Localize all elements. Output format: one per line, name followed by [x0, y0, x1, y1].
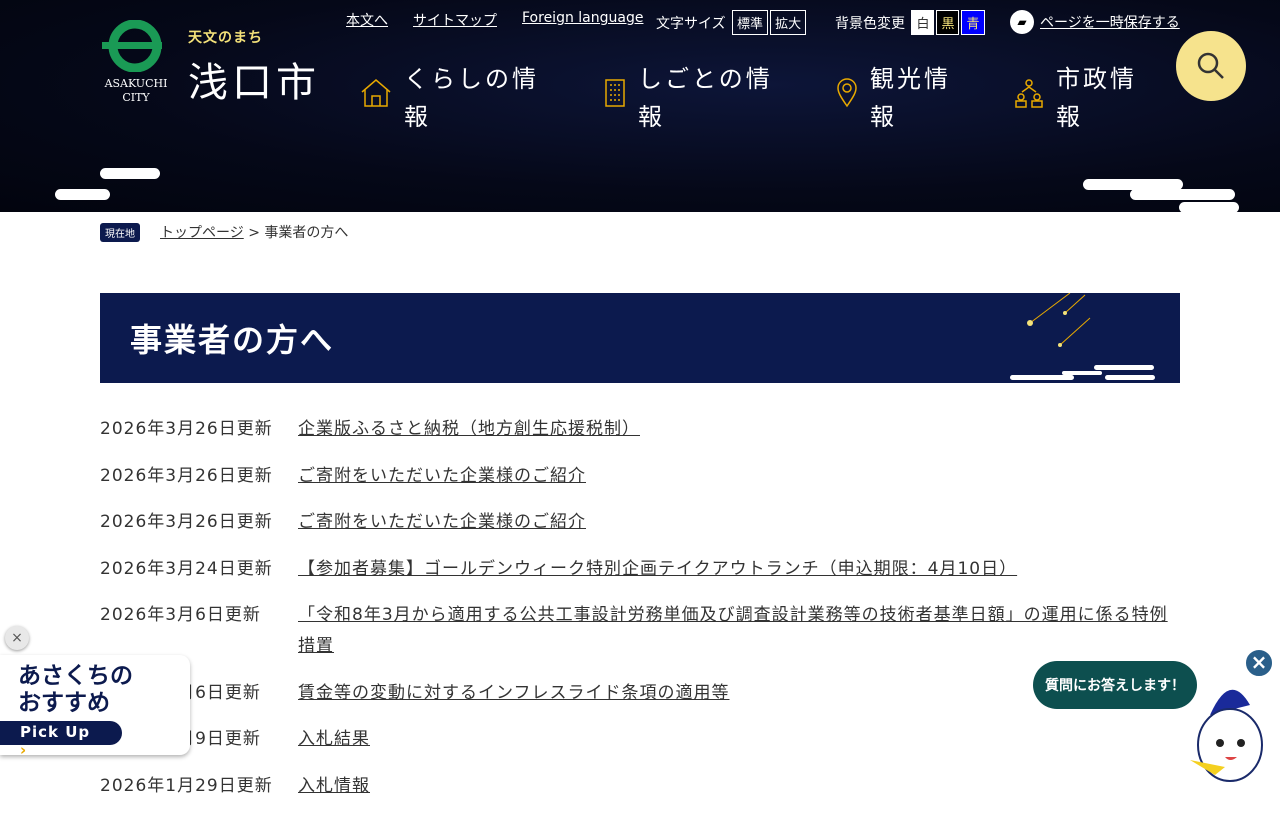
people-icon: [1015, 79, 1043, 108]
list-item: 2026年3月26日更新 ご寄附をいただいた企業様のご紹介: [100, 507, 1180, 538]
update-list: 2026年3月26日更新 企業版ふるさと納税（地方創生応援税制） 2026年3月26…: [100, 414, 1180, 817]
item-link[interactable]: ご寄附をいただいた企業様のご紹介: [298, 507, 586, 538]
shooting-stars-icon: [1010, 293, 1155, 380]
bg-color-label: 背景色変更: [835, 16, 905, 32]
breadcrumb-top-link[interactable]: トップページ: [160, 225, 244, 241]
list-item: 2026年3月26日更新 ご寄附をいただいた企業様のご紹介: [100, 461, 1180, 492]
folder-icon: ▰: [1010, 10, 1034, 34]
bg-white-button[interactable]: 白: [911, 10, 935, 35]
update-date: 2026年3月26日更新: [100, 512, 273, 532]
nav-city-government[interactable]: 市政情報: [1014, 60, 1156, 136]
breadcrumb-separator: >: [248, 225, 260, 241]
update-date: 2026年3月24日更新: [100, 558, 273, 579]
pickup-button[interactable]: Pick Up ›: [0, 721, 122, 759]
breadcrumb: 現在地 トップページ > 事業者の方へ: [100, 222, 348, 242]
site-header: ASAKUCHI CITY 天文のまち 浅口市 本文へ サイトマップ Forei…: [0, 0, 1280, 212]
page-title: 事業者の方へ: [100, 293, 1180, 383]
item-link[interactable]: 賃金等の変動に対するインフレスライド条項の適用等: [298, 678, 730, 709]
chatbot-close-button[interactable]: ×: [1244, 648, 1274, 678]
update-date: 2026年3月6日更新: [100, 605, 261, 625]
pickup-close-button[interactable]: ×: [5, 626, 29, 650]
item-link[interactable]: 入札結果: [298, 724, 370, 755]
nav-work[interactable]: しごとの情報: [604, 60, 788, 136]
font-size-standard-button[interactable]: 標準: [732, 10, 769, 35]
list-item: 2026年3月26日更新 企業版ふるさと納税（地方創生応援税制）: [100, 414, 1180, 445]
item-link[interactable]: 「令和8年3月から適用する公共工事設計労務単価及び調査設計業務等の技術者基準日額…: [298, 600, 1180, 662]
chatbot-bubble[interactable]: 質問にお答えします！: [1033, 661, 1197, 709]
pickup-line2: おすすめ: [18, 690, 110, 716]
update-date: 2026年1月29日更新: [100, 775, 273, 796]
nav-living[interactable]: くらしの情報: [360, 60, 554, 136]
update-date: 2026年3月26日更新: [100, 419, 273, 439]
font-size-large-button[interactable]: 拡大: [770, 10, 807, 35]
item-link[interactable]: 【参加者募集】ゴールデンウィーク特別企画テイクアウトランチ（申込期限：4月10日…: [298, 554, 1017, 585]
building-icon: [605, 79, 625, 107]
page-title-text: 事業者の方へ: [130, 321, 335, 359]
item-link[interactable]: ご寄附をいただいた企業様のご紹介: [298, 461, 586, 492]
pickup-line1: あさくちの: [18, 663, 133, 689]
pickup-banner[interactable]: あさくちの おすすめ Pick Up ›: [0, 655, 190, 759]
search-icon: [1197, 52, 1224, 79]
item-link[interactable]: 企業版ふるさと納税（地方創生応援税制）: [298, 414, 640, 445]
search-button[interactable]: [1176, 31, 1246, 101]
item-link[interactable]: 入札情報: [298, 771, 370, 802]
list-item: 2026年3月6日更新賃金等の変動に対するインフレスライド条項の適用等: [100, 678, 1180, 709]
list-item: 2026年2月9日更新入札結果: [100, 724, 1180, 755]
map-pin-icon: [837, 78, 857, 108]
logo-tagline: 天文のまち: [188, 30, 263, 46]
bg-black-button[interactable]: 黒: [936, 10, 960, 35]
nav-tourism[interactable]: 観光情報: [836, 60, 970, 136]
sitemap-link[interactable]: サイトマップ: [413, 13, 497, 29]
foreign-language-link[interactable]: Foreign language: [522, 10, 643, 26]
logo-english: ASAKUCHI CITY: [104, 77, 168, 104]
bg-blue-button[interactable]: 青: [961, 10, 985, 35]
chevron-right-icon: ›: [20, 741, 28, 759]
list-item: 2026年3月24日更新 【参加者募集】ゴールデンウィーク特別企画テイクアウトラン…: [100, 554, 1180, 585]
update-date: 2026年3月26日更新: [100, 465, 273, 486]
skip-to-content-link[interactable]: 本文へ: [346, 13, 388, 29]
breadcrumb-current: 事業者の方へ: [264, 225, 349, 241]
current-location-badge: 現在地: [100, 222, 140, 242]
font-size-label: 文字サイズ: [656, 16, 726, 32]
house-icon: [361, 79, 391, 107]
logo-city-name[interactable]: 浅口市: [188, 50, 320, 108]
list-item: 2026年3月6日更新 「令和8年3月から適用する公共工事設計労務単価及び調査設計…: [100, 600, 1180, 662]
save-page-link[interactable]: ページを一時保存する: [1040, 12, 1180, 32]
list-item: 2026年1月29日更新 入札情報: [100, 771, 1180, 802]
chatbot-mascot-icon[interactable]: [1185, 675, 1275, 795]
pickup-button-label: Pick Up: [20, 723, 91, 741]
city-emblem-icon[interactable]: [102, 20, 168, 72]
